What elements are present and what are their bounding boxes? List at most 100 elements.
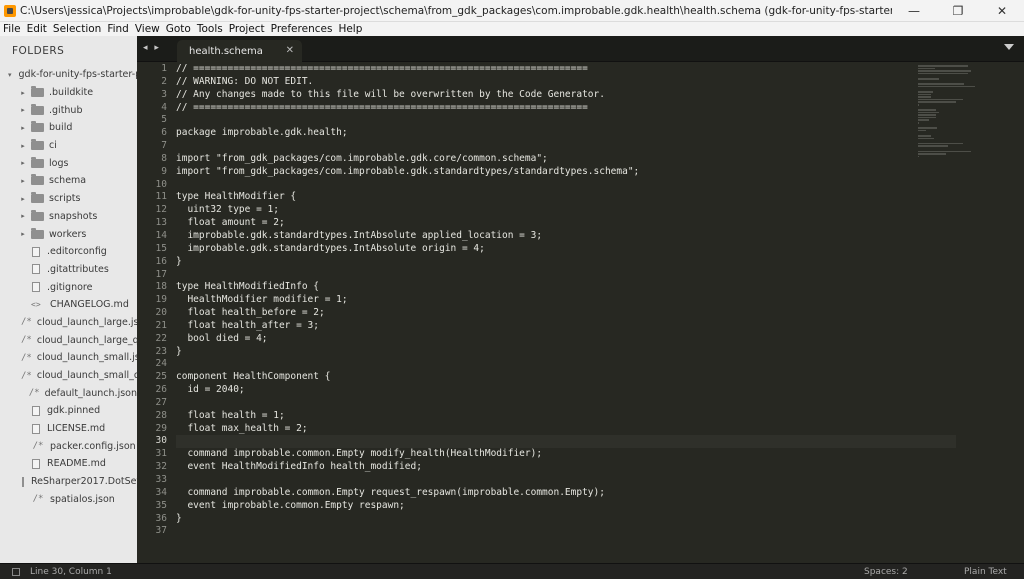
minimap-line — [918, 90, 933, 93]
code-line[interactable]: import "from_gdk_packages/com.improbable… — [176, 153, 956, 166]
sidebar-item-snapshots[interactable]: ▸ snapshots — [0, 208, 137, 226]
menu-find[interactable]: Find — [104, 23, 132, 35]
folder-icon — [31, 174, 44, 186]
code-line[interactable]: // =====================================… — [176, 102, 956, 115]
minimap[interactable] — [918, 65, 980, 158]
sidebar-item-schema[interactable]: ▸ schema — [0, 172, 137, 190]
sidebar-item-cloud-launch-small-query-json[interactable]: /* cloud_launch_small_query.json — [0, 367, 137, 385]
sidebar-item-gitignore[interactable]: .gitignore — [0, 278, 137, 296]
code-line[interactable] — [176, 397, 956, 410]
tab-dropdown-icon[interactable] — [1004, 44, 1014, 50]
sidebar-item-editorconfig[interactable]: .editorconfig — [0, 243, 137, 261]
collapsed-arrow-icon[interactable]: ▸ — [18, 106, 28, 114]
code-line[interactable]: } — [176, 513, 956, 526]
close-tab-icon[interactable]: ✕ — [286, 45, 294, 56]
collapsed-arrow-icon[interactable]: ▸ — [18, 195, 28, 203]
sidebar-item-changelog-md[interactable]: <> CHANGELOG.md — [0, 296, 137, 314]
line-number: 9 — [161, 165, 167, 177]
menu-project[interactable]: Project — [226, 23, 268, 35]
collapsed-arrow-icon[interactable]: ▸ — [18, 177, 28, 185]
tab-health-schema[interactable]: health.schema ✕ — [177, 40, 302, 62]
code-line[interactable] — [176, 358, 956, 371]
minimap-line — [918, 145, 949, 147]
menu-selection[interactable]: Selection — [50, 23, 104, 35]
code-line[interactable]: command improbable.common.Empty modify_h… — [176, 448, 956, 461]
code-line[interactable]: improbable.gdk.standardtypes.IntAbsolute… — [176, 230, 956, 243]
collapsed-arrow-icon[interactable]: ▸ — [18, 212, 28, 220]
code-line[interactable] — [176, 269, 956, 282]
code-line[interactable]: import "from_gdk_packages/com.improbable… — [176, 166, 956, 179]
code-line[interactable]: float health_before = 2; — [176, 307, 956, 320]
syntax-setting[interactable]: Plain Text — [964, 567, 1024, 577]
code-line[interactable] — [176, 474, 956, 487]
code-line[interactable]: type HealthModifiedInfo { — [176, 281, 956, 294]
code-line[interactable]: // WARNING: DO NOT EDIT. — [176, 76, 956, 89]
collapsed-arrow-icon[interactable]: ▸ — [18, 142, 28, 150]
close-window-button[interactable]: ✕ — [980, 0, 1024, 22]
restore-button[interactable]: ❐ — [936, 0, 980, 22]
minimize-button[interactable]: — — [892, 0, 936, 22]
collapsed-arrow-icon[interactable]: ▸ — [18, 89, 28, 97]
code-line[interactable]: float max_health = 2; — [176, 423, 956, 436]
sidebar-item-default-launch-json[interactable]: /* default_launch.json — [0, 384, 137, 402]
code-line[interactable]: component HealthComponent { — [176, 371, 956, 384]
code-line[interactable]: event HealthModifiedInfo health_modified… — [176, 461, 956, 474]
code-line[interactable]: } — [176, 346, 956, 359]
sidebar-item-license-md[interactable]: LICENSE.md — [0, 420, 137, 438]
code-line[interactable]: command improbable.common.Empty request_… — [176, 487, 956, 500]
menu-file[interactable]: File — [0, 23, 24, 35]
sidebar-item-gdk-pinned[interactable]: gdk.pinned — [0, 402, 137, 420]
sidebar-item-resharper2017-dotsettings[interactable]: ReSharper2017.DotSettings — [0, 473, 137, 491]
sidebar-item-gitattributes[interactable]: .gitattributes — [0, 261, 137, 279]
code-line[interactable]: improbable.gdk.standardtypes.IntAbsolute… — [176, 243, 956, 256]
line-number: 21 — [155, 319, 167, 331]
sidebar-item-buildkite[interactable]: ▸ .buildkite — [0, 84, 137, 102]
current-code-line[interactable] — [176, 435, 956, 449]
tab-nav-arrows[interactable]: ◂ ▸ — [143, 43, 161, 53]
code-line[interactable]: package improbable.gdk.health; — [176, 127, 956, 140]
sidebar-item-packer-config-json[interactable]: /* packer.config.json — [0, 437, 137, 455]
menu-tools[interactable]: Tools — [194, 23, 226, 35]
indentation-setting[interactable]: Spaces: 2 — [864, 567, 964, 577]
menu-goto[interactable]: Goto — [163, 23, 194, 35]
code-line[interactable] — [176, 114, 956, 127]
menu-edit[interactable]: Edit — [24, 23, 50, 35]
code-line[interactable]: // =====================================… — [176, 63, 956, 76]
panel-toggle-icon[interactable] — [12, 567, 20, 576]
minimap-line — [918, 135, 932, 137]
collapsed-arrow-icon[interactable]: ▸ — [18, 159, 28, 167]
sidebar-item-spatialos-json[interactable]: /* spatialos.json — [0, 491, 137, 509]
menu-help[interactable]: Help — [335, 23, 365, 35]
sidebar-item-cloud-launch-large-json[interactable]: /* cloud_launch_large.json — [0, 314, 137, 332]
code-line[interactable]: event improbable.common.Empty respawn; — [176, 500, 956, 513]
code-line[interactable]: uint32 type = 1; — [176, 204, 956, 217]
sidebar-root-folder[interactable]: ▾ gdk-for-unity-fps-starter-project — [0, 66, 137, 84]
code-line[interactable]: HealthModifier modifier = 1; — [176, 294, 956, 307]
code-line[interactable]: float health = 1; — [176, 410, 956, 423]
sidebar-item-workers[interactable]: ▸ workers — [0, 225, 137, 243]
code-line[interactable]: float amount = 2; — [176, 217, 956, 230]
code-line[interactable] — [176, 140, 956, 153]
code-line[interactable] — [176, 179, 956, 192]
code-line[interactable] — [176, 525, 956, 538]
code-line[interactable]: float health_after = 3; — [176, 320, 956, 333]
sidebar-item-scripts[interactable]: ▸ scripts — [0, 190, 137, 208]
collapsed-arrow-icon[interactable]: ▸ — [18, 124, 28, 132]
code-line[interactable]: type HealthModifier { — [176, 191, 956, 204]
code-text[interactable]: // =====================================… — [176, 63, 956, 538]
code-line[interactable]: } — [176, 256, 956, 269]
code-editor[interactable]: 1 2 3 4 5 6 7 8 9 10 11 12 13 14 15 16 17 18 19 20 21 22 23 24 2… — [137, 62, 1024, 563]
sidebar-item-github[interactable]: ▸ .github — [0, 101, 137, 119]
sidebar-item-cloud-launch-small-json[interactable]: /* cloud_launch_small.json — [0, 349, 137, 367]
sidebar-item-readme-md[interactable]: README.md — [0, 455, 137, 473]
menu-preferences[interactable]: Preferences — [268, 23, 336, 35]
code-line[interactable]: // Any changes made to this file will be… — [176, 89, 956, 102]
code-line[interactable]: id = 2040; — [176, 384, 956, 397]
sidebar-item-logs[interactable]: ▸ logs — [0, 154, 137, 172]
code-line[interactable]: bool died = 4; — [176, 333, 956, 346]
sidebar-item-cloud-launch-large-query-json[interactable]: /* cloud_launch_large_query.json — [0, 331, 137, 349]
menu-view[interactable]: View — [132, 23, 163, 35]
sidebar-item-build[interactable]: ▸ build — [0, 119, 137, 137]
sidebar-item-ci[interactable]: ▸ ci — [0, 137, 137, 155]
collapsed-arrow-icon[interactable]: ▸ — [18, 230, 28, 238]
